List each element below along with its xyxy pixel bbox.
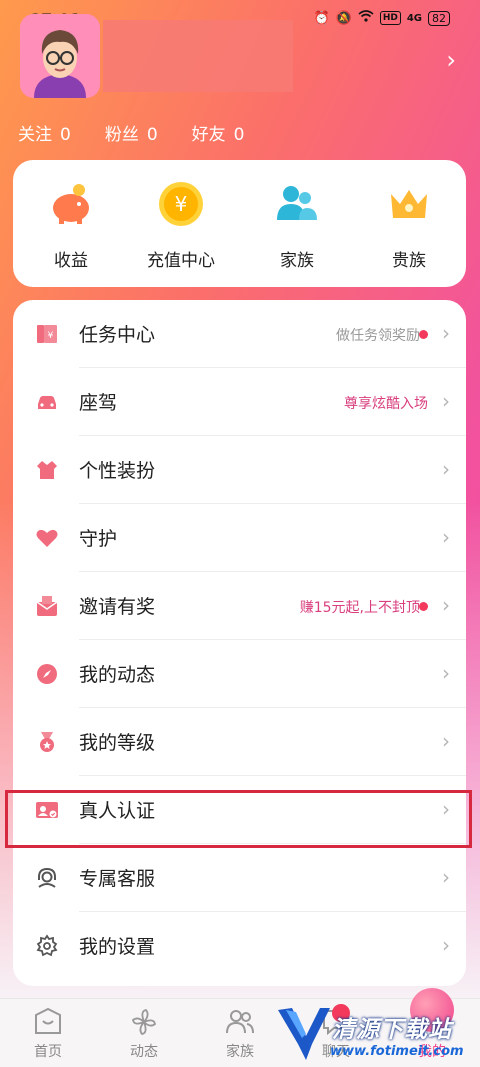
quick-recharge[interactable]: ¥ 充值中心 xyxy=(131,180,231,271)
stat-friends[interactable]: 好友 0 xyxy=(192,120,245,145)
alarm-icon: ⏰ xyxy=(313,10,330,26)
hd-badge: HD xyxy=(379,11,401,25)
quick-recharge-label: 充值中心 xyxy=(147,251,215,271)
headset-icon xyxy=(35,866,59,890)
menu-label: 邀请有奖 xyxy=(79,596,156,618)
menu-guard[interactable]: 守护 › xyxy=(13,504,466,572)
crown-icon xyxy=(385,180,433,228)
tab-label: 动态 xyxy=(130,1044,158,1060)
menu-hint: 赚15元起,上不封顶 xyxy=(299,600,420,616)
piggy-bank-icon xyxy=(47,180,95,228)
signal-network: 4G xyxy=(406,12,422,24)
menu-hint: 做任务领奖励 xyxy=(336,328,420,344)
chevron-right-icon: › xyxy=(442,661,450,685)
menu-label: 专属客服 xyxy=(79,868,156,890)
heart-icon xyxy=(35,526,59,550)
pinwheel-icon xyxy=(128,1007,160,1037)
menu-vehicle[interactable]: 座驾 尊享炫酷入场 › xyxy=(13,368,466,436)
quick-earnings[interactable]: 收益 xyxy=(21,180,121,271)
outfit-icon xyxy=(35,458,59,482)
menu-settings[interactable]: 我的设置 › xyxy=(13,912,466,980)
red-dot-badge xyxy=(419,602,428,611)
watermark-logo-icon xyxy=(278,1008,330,1060)
tab-home[interactable]: 首页 xyxy=(0,1007,96,1061)
menu-label: 守护 xyxy=(79,528,118,550)
menu-label: 座驾 xyxy=(79,392,118,414)
tab-moments[interactable]: 动态 xyxy=(96,1007,192,1061)
profile-stats: 关注 0 粉丝 0 好友 0 xyxy=(18,120,244,145)
chevron-right-icon: › xyxy=(442,457,450,481)
chevron-right-icon: › xyxy=(442,593,450,617)
invite-icon xyxy=(35,594,59,618)
redacted-username xyxy=(103,20,293,92)
verification-highlight-box xyxy=(5,790,472,848)
tab-family[interactable]: 家族 xyxy=(192,1007,288,1061)
quick-earnings-label: 收益 xyxy=(54,251,88,271)
family-icon xyxy=(273,180,321,228)
menu-label: 我的动态 xyxy=(79,664,156,686)
svg-text:¥: ¥ xyxy=(48,331,54,341)
status-icons: ⏰ 🔕 HD 4G 82 xyxy=(313,10,450,26)
wifi-icon xyxy=(358,10,374,26)
menu-label: 任务中心 xyxy=(79,324,156,346)
chevron-right-icon: › xyxy=(442,389,450,413)
menu-outfit[interactable]: 个性装扮 › xyxy=(13,436,466,504)
tab-label: 家族 xyxy=(226,1044,254,1060)
watermark-url: www.fotimeit.com xyxy=(330,1044,464,1059)
menu-label: 我的等级 xyxy=(79,732,156,754)
watermark-title: 清源下载站 xyxy=(332,1017,452,1043)
chevron-right-icon: › xyxy=(442,321,450,345)
yuan-coin-icon: ¥ xyxy=(157,180,205,228)
site-watermark: 清源下载站 www.fotimeit.com xyxy=(276,1004,464,1064)
menu-task-center[interactable]: ¥ 任务中心 做任务领奖励 › xyxy=(13,300,466,368)
profile-chevron-icon[interactable]: › xyxy=(446,46,456,74)
chevron-right-icon: › xyxy=(442,865,450,889)
quick-actions-card: 收益 ¥ 充值中心 家族 贵族 xyxy=(13,160,466,287)
red-dot-badge xyxy=(419,330,428,339)
medal-icon xyxy=(35,730,59,754)
menu-label: 个性装扮 xyxy=(79,460,156,482)
stat-following[interactable]: 关注 0 xyxy=(18,120,71,145)
quick-nobility[interactable]: 贵族 xyxy=(359,180,459,271)
svg-text:¥: ¥ xyxy=(175,192,188,216)
quick-family-label: 家族 xyxy=(280,251,314,271)
compass-icon xyxy=(35,662,59,686)
chevron-right-icon: › xyxy=(442,729,450,753)
menu-customer-service[interactable]: 专属客服 › xyxy=(13,844,466,912)
menu-my-level[interactable]: 我的等级 › xyxy=(13,708,466,776)
settings-icon xyxy=(35,934,59,958)
quick-family[interactable]: 家族 xyxy=(247,180,347,271)
menu-my-moments[interactable]: 我的动态 › xyxy=(13,640,466,708)
tab-label: 首页 xyxy=(34,1044,62,1060)
avatar[interactable] xyxy=(20,14,100,98)
stat-fans[interactable]: 粉丝 0 xyxy=(105,120,158,145)
family-tab-icon xyxy=(224,1007,256,1037)
home-icon xyxy=(32,1007,64,1037)
battery-indicator: 82 xyxy=(428,10,450,26)
chevron-right-icon: › xyxy=(442,933,450,957)
mute-icon: 🔕 xyxy=(335,10,352,26)
chevron-right-icon: › xyxy=(442,525,450,549)
menu-label: 我的设置 xyxy=(79,936,156,958)
menu-invite[interactable]: 邀请有奖 赚15元起,上不封顶 › xyxy=(13,572,466,640)
menu-hint: 尊享炫酷入场 xyxy=(344,396,428,412)
car-icon xyxy=(35,390,59,414)
quick-nobility-label: 贵族 xyxy=(392,251,426,271)
menu-list-card: ¥ 任务中心 做任务领奖励 › 座驾 尊享炫酷入场 › 个性装扮 › 守护 › … xyxy=(13,300,466,986)
avatar-illustration xyxy=(20,14,100,98)
task-icon: ¥ xyxy=(35,322,59,346)
